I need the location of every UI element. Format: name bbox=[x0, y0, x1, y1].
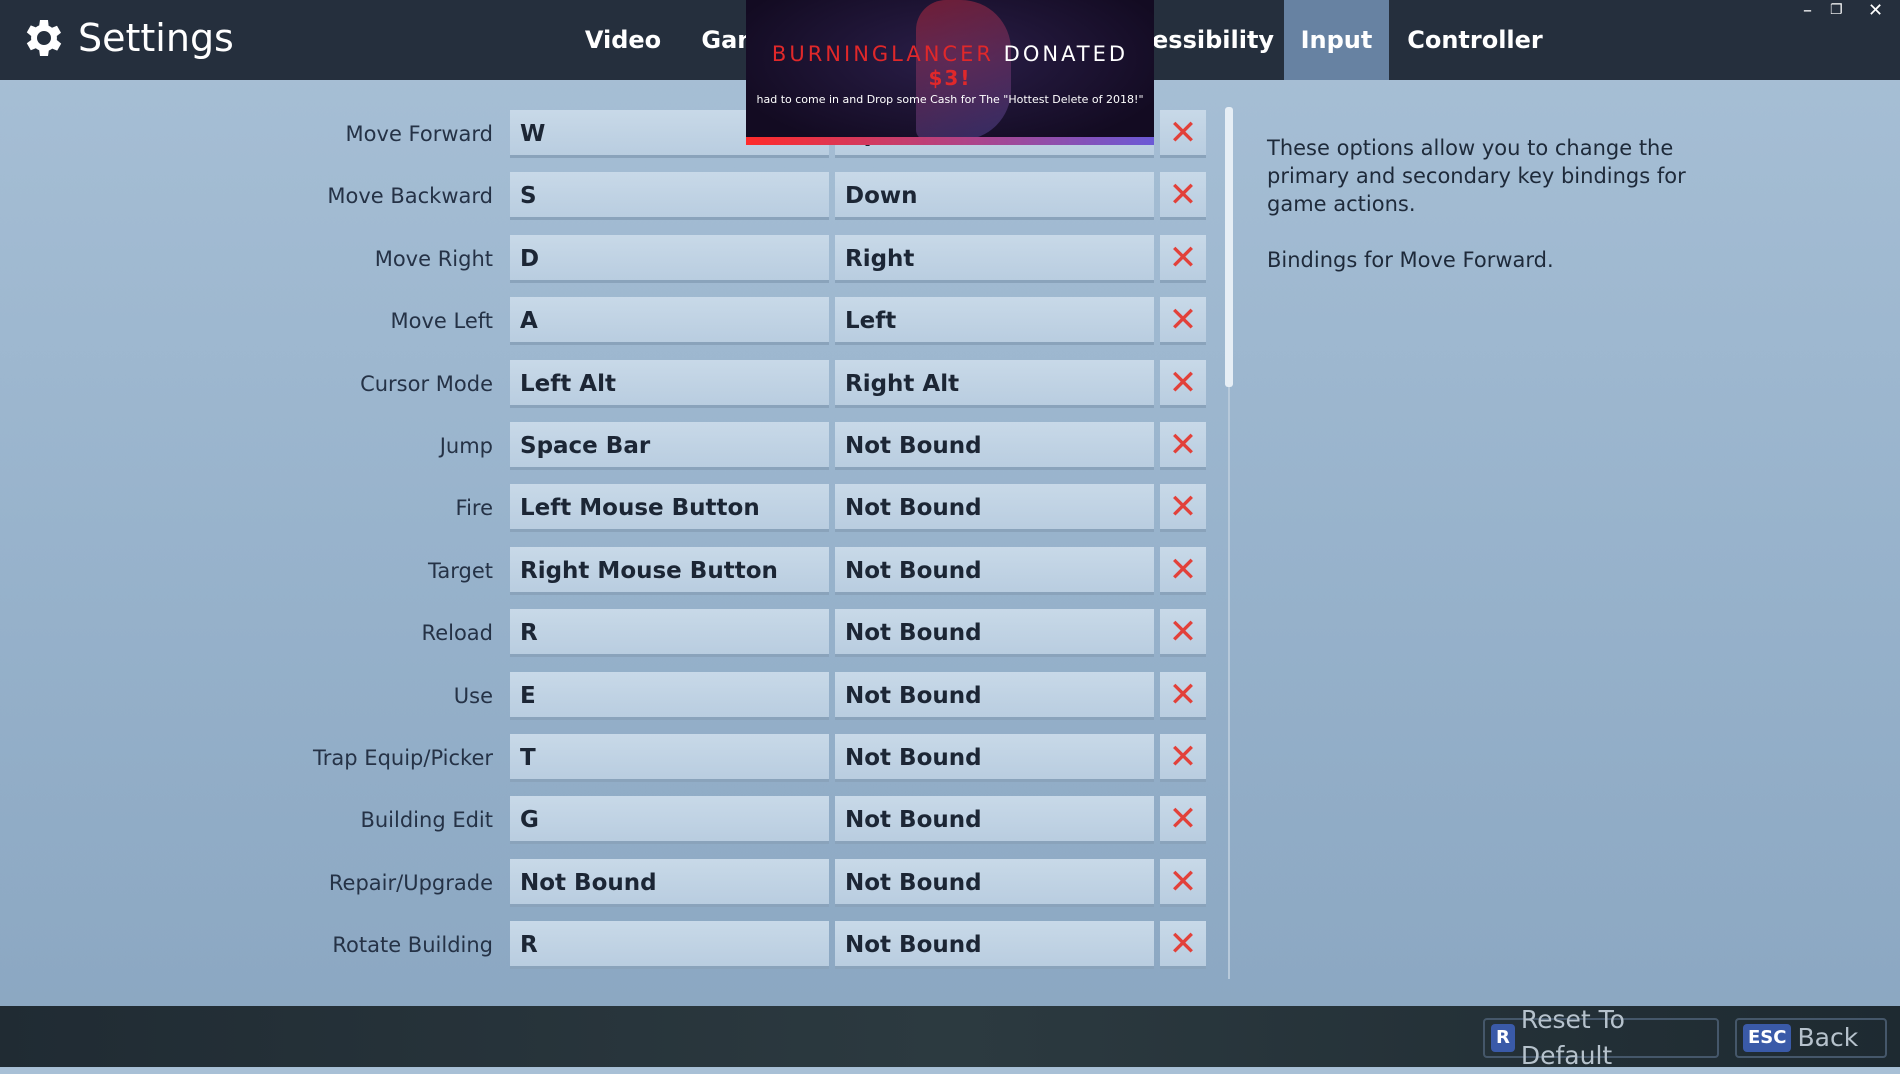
clear-binding-icon[interactable]: ✕ bbox=[1160, 921, 1206, 970]
primary-binding[interactable]: Left Mouse Button bbox=[510, 484, 829, 533]
binding-row: Target Right Mouse Button Not Bound ✕ bbox=[0, 546, 1900, 596]
donation-message: had to come in and Drop some Cash for Th… bbox=[756, 93, 1144, 106]
action-label: Move Left bbox=[390, 309, 494, 334]
binding-row: Fire Left Mouse Button Not Bound ✕ bbox=[0, 483, 1900, 533]
gear-icon bbox=[26, 20, 62, 56]
secondary-binding[interactable]: Not Bound bbox=[835, 546, 1154, 595]
primary-binding[interactable]: Not Bound bbox=[510, 858, 829, 907]
binding-row: Rotate Building R Not Bound ✕ bbox=[0, 920, 1900, 970]
reset-to-default-button[interactable]: R Reset To Default bbox=[1483, 1005, 1719, 1070]
primary-binding[interactable]: D bbox=[510, 234, 829, 283]
secondary-binding[interactable]: Not Bound bbox=[835, 484, 1154, 533]
reset-label: Reset To Default bbox=[1520, 1005, 1625, 1070]
primary-binding[interactable]: Space Bar bbox=[510, 422, 829, 470]
action-label: Fire bbox=[455, 496, 493, 521]
binding-row: Move Left A Left ✕ bbox=[0, 296, 1900, 346]
clear-binding-icon[interactable]: ✕ bbox=[1160, 796, 1206, 845]
restore-icon[interactable]: ❐ bbox=[1830, 2, 1843, 18]
clear-binding-icon[interactable]: ✕ bbox=[1160, 172, 1206, 221]
key-hint-r: R bbox=[1491, 1024, 1515, 1052]
secondary-binding[interactable]: Left bbox=[835, 297, 1154, 346]
primary-binding[interactable]: A bbox=[510, 297, 829, 346]
selected-binding-text: Bindings for Move Forward. bbox=[1267, 248, 1554, 272]
donation-title: BURNINGLANCER DONATED bbox=[746, 42, 1154, 66]
action-label: Move Right bbox=[374, 246, 493, 271]
secondary-binding[interactable]: Not Bound bbox=[835, 609, 1154, 658]
clear-binding-icon[interactable]: ✕ bbox=[1160, 546, 1206, 595]
primary-binding[interactable]: G bbox=[510, 796, 829, 845]
binding-row: Jump Space Bar Not Bound ✕ bbox=[0, 421, 1900, 471]
binding-row: Reload R Not Bound ✕ bbox=[0, 608, 1900, 658]
scrollbar-thumb[interactable] bbox=[1225, 107, 1233, 387]
donation-alert: BURNINGLANCER DONATED $3! had to come in… bbox=[746, 0, 1154, 145]
clear-binding-icon[interactable]: ✕ bbox=[1160, 484, 1206, 533]
primary-binding[interactable]: E bbox=[510, 671, 829, 720]
clear-binding-icon[interactable]: ✕ bbox=[1160, 858, 1206, 907]
secondary-binding[interactable]: Not Bound bbox=[835, 671, 1154, 720]
action-label: Cursor Mode bbox=[360, 371, 493, 396]
action-label: Move Backward bbox=[327, 184, 493, 209]
clear-binding-icon[interactable]: ✕ bbox=[1160, 110, 1206, 158]
back-button[interactable]: ESC Back bbox=[1735, 1018, 1887, 1058]
clear-binding-icon[interactable]: ✕ bbox=[1160, 234, 1206, 283]
description-text: These options allow you to change the pr… bbox=[1267, 136, 1686, 216]
binding-row: Use E Not Bound ✕ bbox=[0, 671, 1900, 721]
clear-binding-icon[interactable]: ✕ bbox=[1160, 609, 1206, 658]
secondary-binding[interactable]: Not Bound bbox=[835, 422, 1154, 470]
binding-row: Repair/Upgrade Not Bound Not Bound ✕ bbox=[0, 858, 1900, 908]
donation-amount: $3! bbox=[928, 66, 972, 90]
action-label: Jump bbox=[439, 434, 493, 458]
primary-binding[interactable]: R bbox=[510, 921, 829, 970]
minimize-icon[interactable]: – bbox=[1803, 0, 1812, 21]
clear-binding-icon[interactable]: ✕ bbox=[1160, 297, 1206, 346]
key-hint-esc: ESC bbox=[1743, 1024, 1792, 1052]
clear-binding-icon[interactable]: ✕ bbox=[1160, 734, 1206, 782]
tab-input[interactable]: Input bbox=[1284, 0, 1389, 80]
close-window-icon[interactable]: ✕ bbox=[1868, 0, 1883, 21]
donation-progress-bar bbox=[746, 137, 1154, 145]
secondary-binding[interactable]: Not Bound bbox=[835, 921, 1154, 970]
secondary-binding[interactable]: Not Bound bbox=[835, 734, 1154, 782]
donor-name: BURNINGLANCER bbox=[771, 42, 994, 66]
secondary-binding[interactable]: Not Bound bbox=[835, 858, 1154, 907]
description-panel: These options allow you to change the pr… bbox=[1267, 134, 1687, 274]
secondary-binding[interactable]: Right bbox=[835, 234, 1154, 283]
action-label: Repair/Upgrade bbox=[328, 870, 493, 895]
tab-controller[interactable]: Controller bbox=[1405, 0, 1545, 80]
action-label: Reload bbox=[421, 621, 493, 646]
primary-binding[interactable]: Left Alt bbox=[510, 359, 829, 408]
primary-binding[interactable]: R bbox=[510, 609, 829, 658]
clear-binding-icon[interactable]: ✕ bbox=[1160, 359, 1206, 408]
clear-binding-icon[interactable]: ✕ bbox=[1160, 671, 1206, 720]
binding-row: Trap Equip/Picker T Not Bound ✕ bbox=[0, 733, 1900, 783]
secondary-binding[interactable]: Down bbox=[835, 172, 1154, 221]
action-label: Use bbox=[453, 683, 493, 708]
binding-row: Cursor Mode Left Alt Right Alt ✕ bbox=[0, 359, 1900, 409]
secondary-binding[interactable]: Not Bound bbox=[835, 796, 1154, 845]
action-label: Move Forward bbox=[345, 122, 493, 146]
primary-binding[interactable]: T bbox=[510, 734, 829, 782]
action-label: Target bbox=[428, 558, 493, 583]
tab-video[interactable]: Video bbox=[573, 0, 673, 80]
donation-verb: DONATED bbox=[1003, 42, 1129, 66]
clear-binding-icon[interactable]: ✕ bbox=[1160, 422, 1206, 470]
action-label: Building Edit bbox=[360, 808, 493, 833]
primary-binding[interactable]: Right Mouse Button bbox=[510, 546, 829, 595]
primary-binding[interactable]: S bbox=[510, 172, 829, 221]
action-label: Trap Equip/Picker bbox=[313, 746, 493, 770]
action-label: Rotate Building bbox=[332, 933, 493, 958]
binding-row: Building Edit G Not Bound ✕ bbox=[0, 795, 1900, 845]
page-title: Settings bbox=[78, 16, 234, 60]
back-label: Back bbox=[1797, 1023, 1859, 1052]
secondary-binding[interactable]: Right Alt bbox=[835, 359, 1154, 408]
settings-header: Settings bbox=[18, 14, 234, 62]
